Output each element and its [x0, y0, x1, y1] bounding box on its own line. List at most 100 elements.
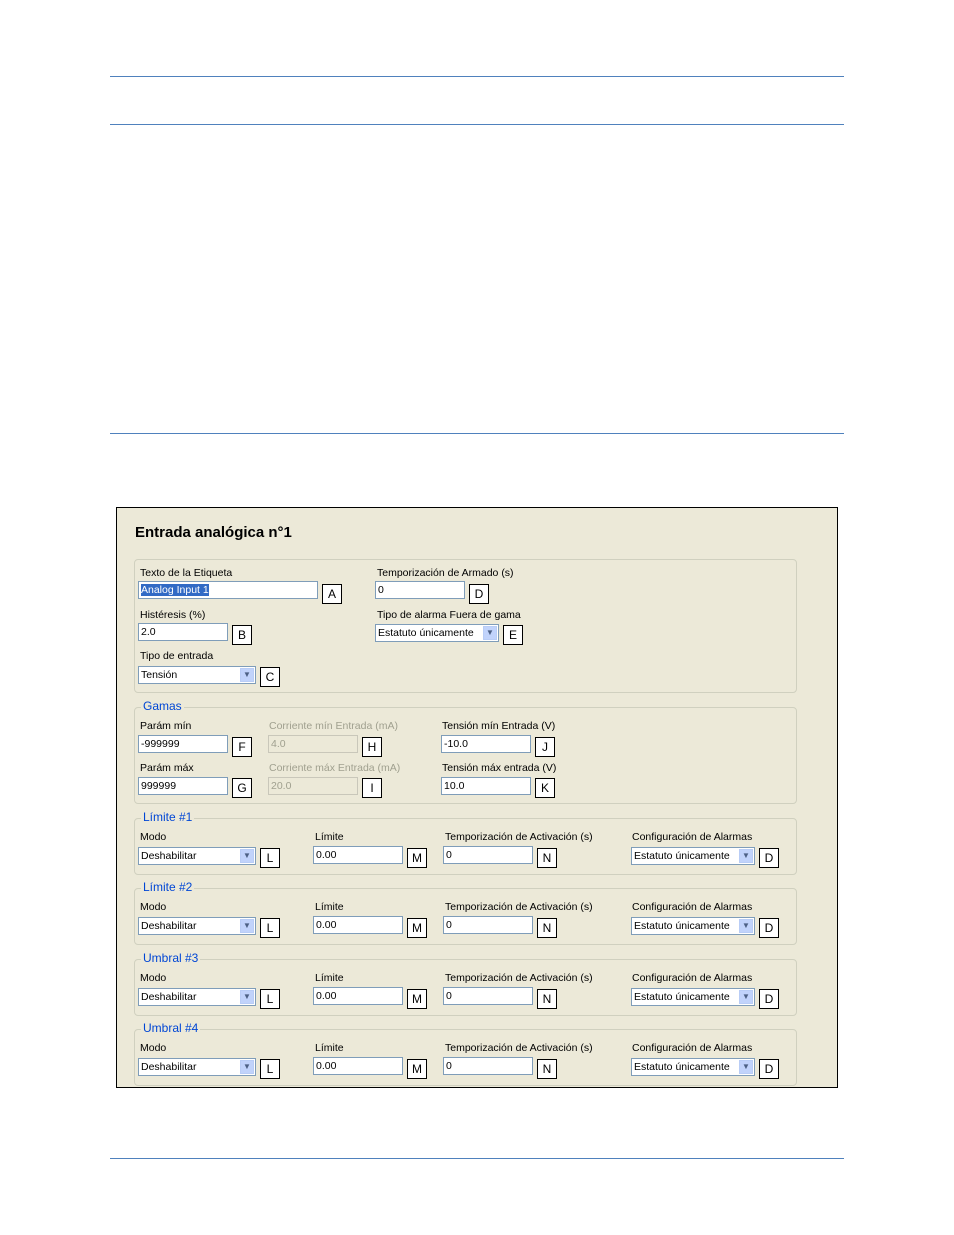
- mode-label: Modo: [140, 1042, 167, 1054]
- out-of-range-select[interactable]: Estatuto únicamente ▼: [375, 624, 499, 642]
- limit-label: Límite: [315, 1042, 344, 1054]
- alarm-config-label: Configuración de Alarmas: [632, 831, 753, 843]
- param-max-input[interactable]: 999999: [138, 777, 228, 795]
- callout-k: K: [535, 778, 555, 798]
- callout-d: D: [469, 584, 489, 604]
- delay-label: Temporización de Activación (s): [445, 831, 593, 843]
- callout-d: D: [759, 918, 779, 938]
- chevron-down-icon[interactable]: ▼: [739, 990, 753, 1004]
- mode-select[interactable]: Deshabilitar ▼: [138, 1058, 256, 1076]
- mode-select[interactable]: Deshabilitar ▼: [138, 917, 256, 935]
- alarm-config-select[interactable]: Estatuto únicamente ▼: [631, 1058, 755, 1076]
- general-group: Texto de la Etiqueta Analog Input 1 A Hi…: [134, 559, 797, 693]
- current-max-label: Corriente máx Entrada (mA): [269, 762, 401, 774]
- chevron-down-icon[interactable]: ▼: [240, 990, 254, 1004]
- callout-b: B: [232, 625, 252, 645]
- voltage-min-input[interactable]: -10.0: [441, 735, 531, 753]
- alarm-config-label: Configuración de Alarmas: [632, 901, 753, 913]
- limit-group-2: Límite #2 Modo Deshabilitar ▼ L Límite 0.…: [134, 880, 797, 945]
- callout-m: M: [407, 989, 427, 1009]
- alarm-config-label: Configuración de Alarmas: [632, 972, 753, 984]
- voltage-min-label: Tensión mín Entrada (V): [442, 720, 556, 732]
- mode-label: Modo: [140, 901, 167, 913]
- limit-input[interactable]: 0.00: [313, 916, 403, 934]
- analog-input-panel: Entrada analógica n°1 Texto de la Etique…: [116, 507, 838, 1088]
- voltage-max-input[interactable]: 10.0: [441, 777, 531, 795]
- chevron-down-icon[interactable]: ▼: [739, 919, 753, 933]
- delay-input[interactable]: 0: [443, 846, 533, 864]
- param-min-label: Parám mín: [140, 720, 192, 732]
- callout-n: N: [537, 918, 557, 938]
- mode-label: Modo: [140, 972, 167, 984]
- chevron-down-icon[interactable]: ▼: [240, 1060, 254, 1074]
- callout-c: C: [260, 667, 280, 687]
- arming-delay-input[interactable]: 0: [375, 581, 465, 599]
- limit-group-1: Límite #1 Modo Deshabilitar ▼ L Límite 0.…: [134, 810, 797, 875]
- limit-input[interactable]: 0.00: [313, 987, 403, 1005]
- callout-l: L: [260, 848, 280, 868]
- current-max-input[interactable]: 20.0: [268, 777, 358, 795]
- chevron-down-icon[interactable]: ▼: [483, 626, 497, 640]
- chevron-down-icon[interactable]: ▼: [739, 1060, 753, 1074]
- delay-label: Temporización de Activación (s): [445, 901, 593, 913]
- limit-input[interactable]: 0.00: [313, 1057, 403, 1075]
- arming-delay-label: Temporización de Armado (s): [377, 567, 514, 579]
- header-rule-top: [110, 76, 844, 77]
- delay-input[interactable]: 0: [443, 1057, 533, 1075]
- chevron-down-icon[interactable]: ▼: [240, 668, 254, 682]
- input-type-label: Tipo de entrada: [140, 650, 214, 662]
- callout-m: M: [407, 918, 427, 938]
- callout-g: G: [232, 778, 252, 798]
- delay-label: Temporización de Activación (s): [445, 972, 593, 984]
- chevron-down-icon[interactable]: ▼: [240, 849, 254, 863]
- chevron-down-icon[interactable]: ▼: [240, 919, 254, 933]
- limit-label: Límite: [315, 901, 344, 913]
- delay-input[interactable]: 0: [443, 916, 533, 934]
- callout-d: D: [759, 1059, 779, 1079]
- limit-group-4: Umbral #4 Modo Deshabilitar ▼ L Límite 0.…: [134, 1021, 797, 1086]
- limit-group-3: Umbral #3 Modo Deshabilitar ▼ L Límite 0.…: [134, 951, 797, 1016]
- delay-label: Temporización de Activación (s): [445, 1042, 593, 1054]
- out-of-range-label: Tipo de alarma Fuera de gama: [377, 609, 521, 621]
- callout-d: D: [759, 848, 779, 868]
- alarm-config-select[interactable]: Estatuto únicamente ▼: [631, 917, 755, 935]
- label-text-input[interactable]: Analog Input 1: [138, 581, 318, 599]
- delay-input[interactable]: 0: [443, 987, 533, 1005]
- ranges-group: Gamas Parám mín -999999 F Parám máx 9999…: [134, 699, 797, 804]
- voltage-max-label: Tensión máx entrada (V): [442, 762, 557, 774]
- limit-title: Límite #2: [141, 880, 195, 894]
- callout-m: M: [407, 1059, 427, 1079]
- callout-n: N: [537, 1059, 557, 1079]
- limit-input[interactable]: 0.00: [313, 846, 403, 864]
- input-type-select[interactable]: Tensión ▼: [138, 666, 256, 684]
- current-min-input[interactable]: 4.0: [268, 735, 358, 753]
- param-max-label: Parám máx: [140, 762, 194, 774]
- callout-i: I: [362, 778, 382, 798]
- limit-label: Límite: [315, 972, 344, 984]
- ranges-title: Gamas: [141, 699, 184, 713]
- chevron-down-icon[interactable]: ▼: [739, 849, 753, 863]
- callout-l: L: [260, 1059, 280, 1079]
- mode-select[interactable]: Deshabilitar ▼: [138, 847, 256, 865]
- callout-l: L: [260, 989, 280, 1009]
- callout-n: N: [537, 848, 557, 868]
- mode-label: Modo: [140, 831, 167, 843]
- limit-title: Umbral #3: [141, 951, 201, 965]
- mode-select[interactable]: Deshabilitar ▼: [138, 988, 256, 1006]
- callout-h: H: [362, 737, 382, 757]
- limit-label: Límite: [315, 831, 344, 843]
- callout-a: A: [322, 584, 342, 604]
- callout-d: D: [759, 989, 779, 1009]
- header-rule-bottom: [110, 124, 844, 125]
- callout-j: J: [535, 737, 555, 757]
- label-text-label: Texto de la Etiqueta: [140, 567, 233, 579]
- hysteresis-input[interactable]: 2.0: [138, 623, 228, 641]
- limit-title: Límite #1: [141, 810, 195, 824]
- panel-title: Entrada analógica n°1: [135, 524, 292, 541]
- alarm-config-select[interactable]: Estatuto únicamente ▼: [631, 847, 755, 865]
- footer-rule: [110, 1158, 844, 1159]
- param-min-input[interactable]: -999999: [138, 735, 228, 753]
- callout-f: F: [232, 737, 252, 757]
- callout-n: N: [537, 989, 557, 1009]
- alarm-config-select[interactable]: Estatuto únicamente ▼: [631, 988, 755, 1006]
